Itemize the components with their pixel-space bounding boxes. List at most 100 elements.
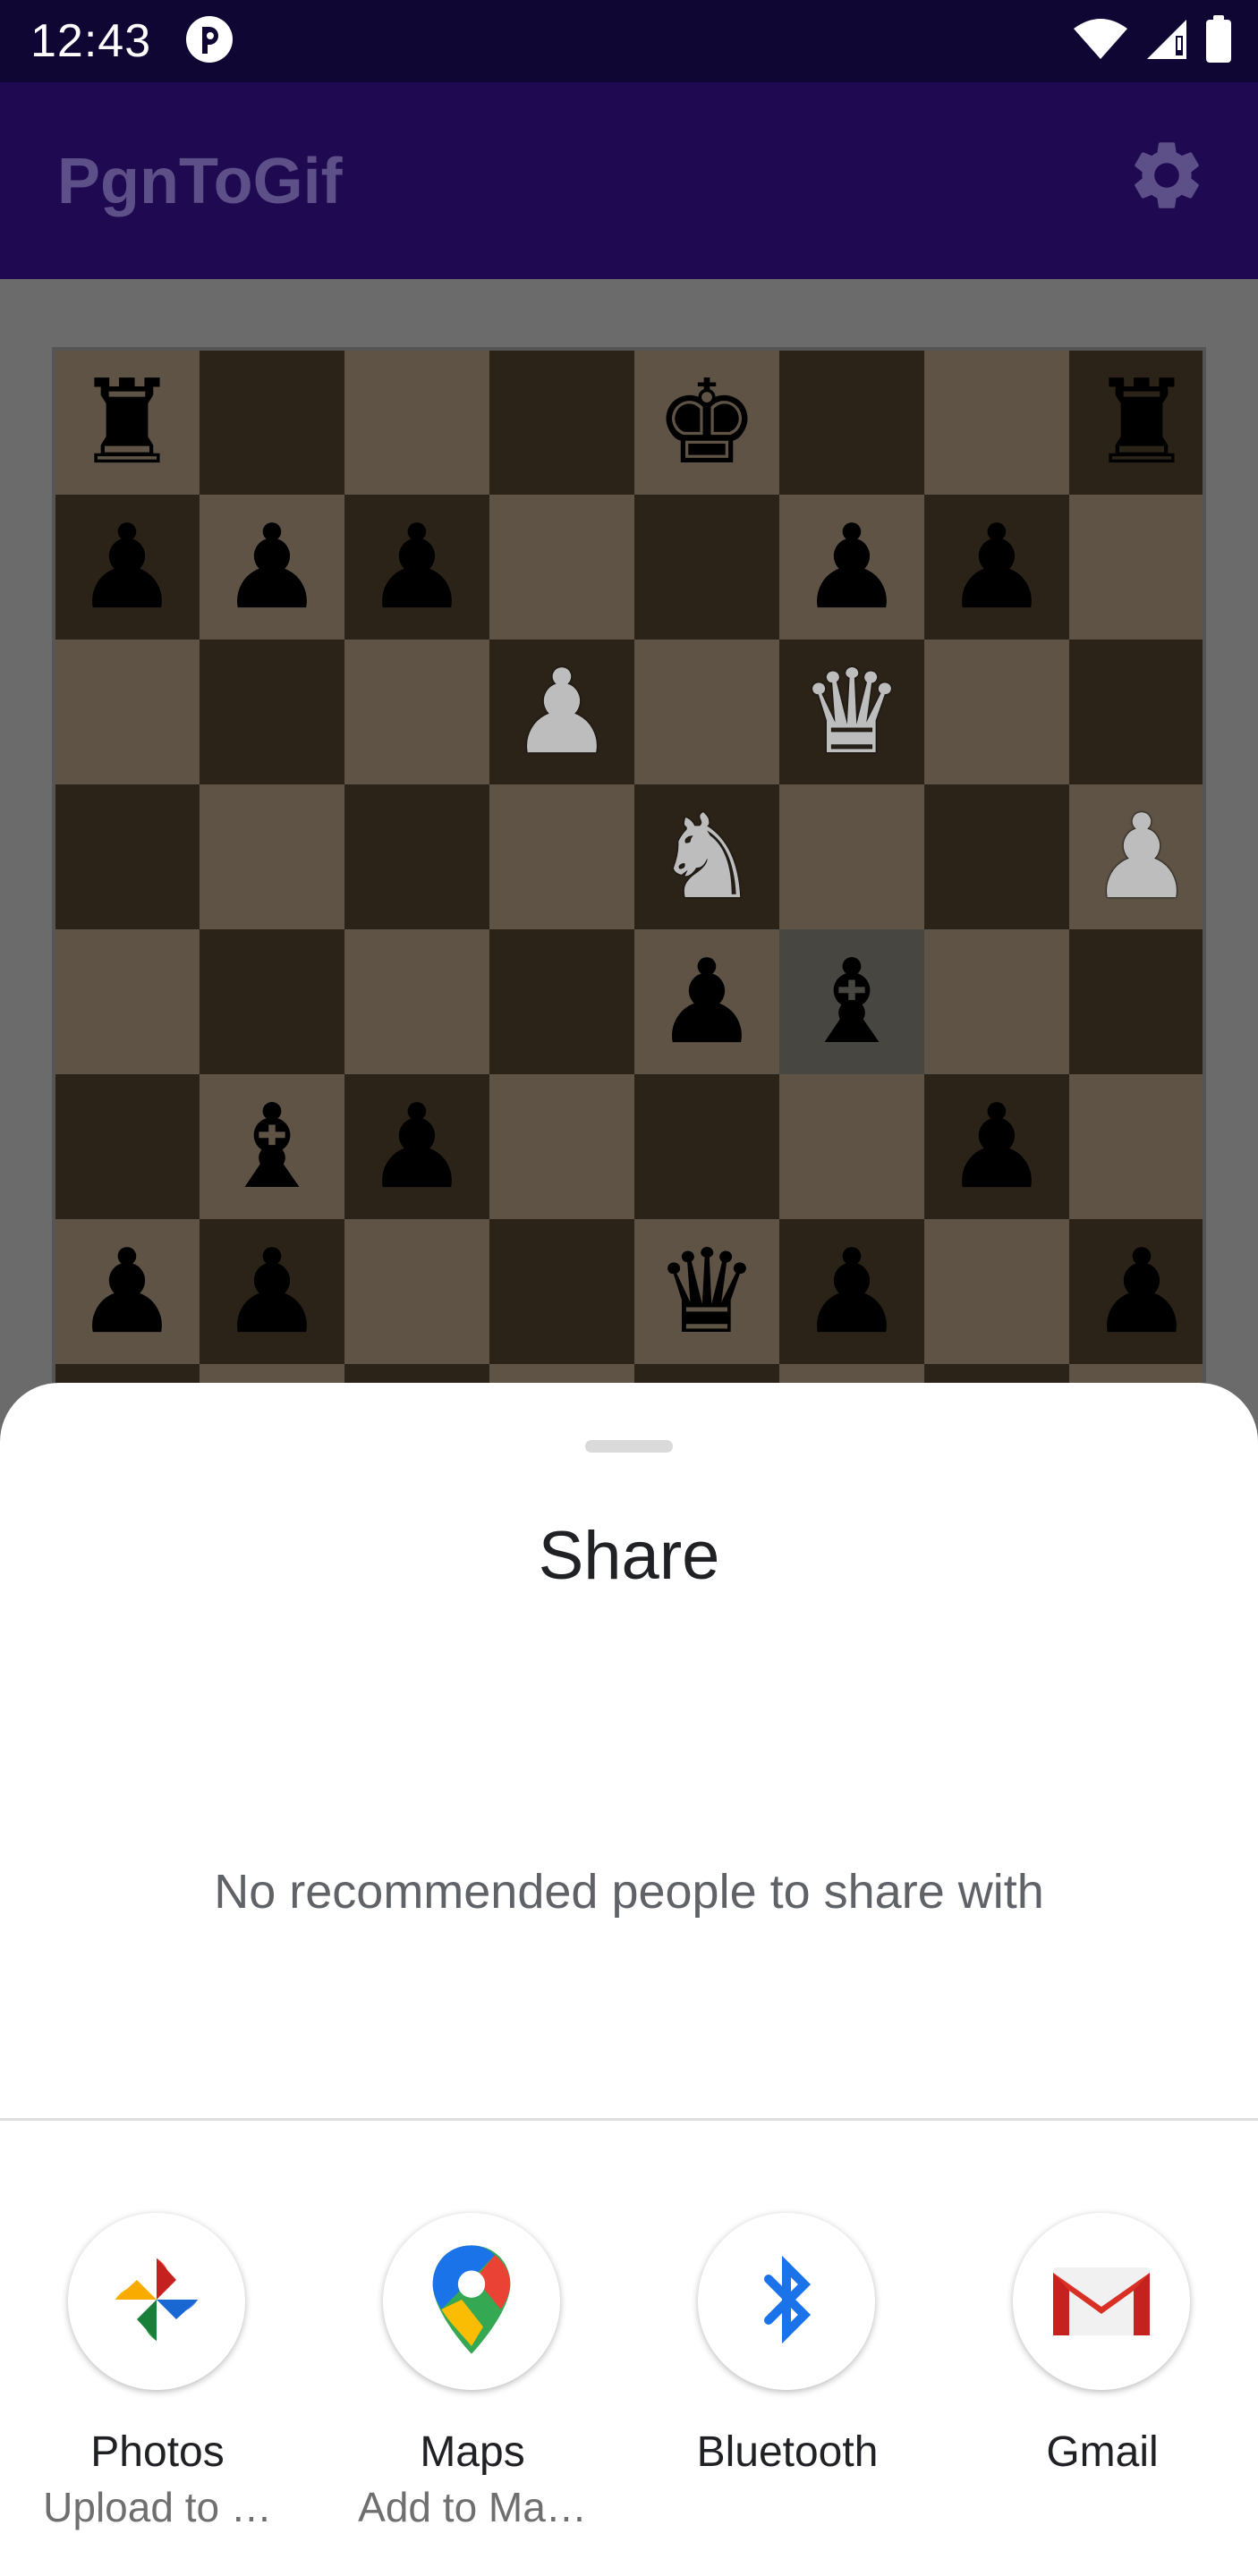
status-time: 12:43 <box>30 15 152 67</box>
battery-icon <box>1204 14 1233 68</box>
bluetooth-icon <box>742 2250 831 2353</box>
share-target-sublabel: Upload to … <box>43 2484 272 2530</box>
app-notification-icon <box>184 14 234 64</box>
board-square-g8 <box>924 351 1069 495</box>
share-target-label: Photos <box>90 2428 225 2476</box>
black-pawn-icon: ♟ <box>799 1224 905 1360</box>
board-square-c7: ♟ <box>344 495 489 640</box>
board-square-d8 <box>489 351 634 495</box>
signal-icon <box>1145 18 1188 65</box>
status-bar: 12:43 <box>0 0 1258 82</box>
board-square-b3: ♝ <box>200 1074 344 1219</box>
board-square-f6: ♛ <box>779 640 924 784</box>
black-pawn-icon: ♟ <box>74 499 180 635</box>
board-square-g7: ♟ <box>924 495 1069 640</box>
board-square-b7: ♟ <box>200 495 344 640</box>
board-square-b5 <box>200 784 344 929</box>
share-target-maps[interactable]: Maps Add to Ma… <box>315 2213 630 2530</box>
white-pawn-icon: ♟ <box>1089 789 1194 925</box>
board-square-c5 <box>344 784 489 929</box>
settings-button[interactable] <box>1124 134 1210 220</box>
board-square-e7 <box>634 495 779 640</box>
google-maps-icon <box>422 2241 521 2362</box>
white-pawn-icon: ♟ <box>509 644 615 780</box>
board-square-g3: ♟ <box>924 1074 1069 1219</box>
share-target-label: Bluetooth <box>696 2428 879 2476</box>
board-square-g4 <box>924 929 1069 1074</box>
share-target-sublabel: Add to Ma… <box>358 2484 587 2530</box>
black-pawn-icon: ♟ <box>654 934 760 1070</box>
board-square-g6 <box>924 640 1069 784</box>
board-square-f7: ♟ <box>779 495 924 640</box>
black-king-icon: ♚ <box>654 354 760 490</box>
share-target-label: Gmail <box>1046 2428 1159 2476</box>
target-icon-circle <box>383 2213 560 2390</box>
black-pawn-icon: ♟ <box>219 1224 325 1360</box>
board-square-e5: ♞ <box>634 784 779 929</box>
white-queen-icon: ♛ <box>799 644 905 780</box>
black-pawn-icon: ♟ <box>219 499 325 635</box>
black-bishop-icon: ♝ <box>799 934 905 1070</box>
board-square-a6 <box>55 640 200 784</box>
settings-gear-icon <box>1126 134 1208 221</box>
app-bar: PgnToGif <box>0 82 1258 279</box>
board-square-d5 <box>489 784 634 929</box>
share-sheet: Share No recommended people to share wit… <box>0 1383 1258 2576</box>
board-square-h8: ♜ <box>1069 351 1203 495</box>
black-bishop-icon: ♝ <box>219 1079 325 1215</box>
board-square-d2 <box>489 1219 634 1364</box>
board-square-c4 <box>344 929 489 1074</box>
target-icon-circle <box>698 2213 875 2390</box>
board-square-g5 <box>924 784 1069 929</box>
board-square-f8 <box>779 351 924 495</box>
board-square-h3 <box>1069 1074 1203 1219</box>
board-square-e6 <box>634 640 779 784</box>
status-icons <box>1072 14 1233 68</box>
board-square-f4: ♝ <box>779 929 924 1074</box>
board-square-e4: ♟ <box>634 929 779 1074</box>
board-square-e3 <box>634 1074 779 1219</box>
board-square-e8: ♚ <box>634 351 779 495</box>
black-pawn-icon: ♟ <box>364 499 470 635</box>
board-square-h7 <box>1069 495 1203 640</box>
drag-handle[interactable] <box>585 1440 673 1453</box>
black-pawn-icon: ♟ <box>74 1224 180 1360</box>
board-square-b6 <box>200 640 344 784</box>
share-title: Share <box>538 1518 720 1594</box>
wifi-icon <box>1072 18 1129 65</box>
board-square-b2: ♟ <box>200 1219 344 1364</box>
app-title: PgnToGif <box>57 146 343 217</box>
board-square-c3: ♟ <box>344 1074 489 1219</box>
gmail-icon <box>1048 2255 1155 2349</box>
board-square-e2: ♛ <box>634 1219 779 1364</box>
board-square-a3 <box>55 1074 200 1219</box>
share-targets: Photos Upload to … Maps Add to Ma… Bluet… <box>0 2213 1258 2530</box>
board-square-b4 <box>200 929 344 1074</box>
chess-board: ♜ ♚ ♜ ♟ ♟ ♟ ♟ ♟ ♟ ♛ ♞ ♟ ♟ ♝ ♝ ♟ ♟ ♟ ♟ ♛ ♟ ♟ <box>52 347 1206 1508</box>
board-square-c2 <box>344 1219 489 1364</box>
board-square-d4 <box>489 929 634 1074</box>
black-pawn-icon: ♟ <box>1089 1224 1194 1360</box>
board-square-h5: ♟ <box>1069 784 1203 929</box>
share-target-bluetooth[interactable]: Bluetooth <box>630 2213 945 2481</box>
board-square-c8 <box>344 351 489 495</box>
black-queen-icon: ♛ <box>654 1224 760 1360</box>
board-square-f2: ♟ <box>779 1219 924 1364</box>
board-square-h4 <box>1069 929 1203 1074</box>
board-square-a2: ♟ <box>55 1219 200 1364</box>
board-square-b8 <box>200 351 344 495</box>
black-rook-icon: ♜ <box>1089 354 1194 490</box>
google-photos-icon <box>107 2250 206 2353</box>
share-target-gmail[interactable]: Gmail <box>945 2213 1258 2481</box>
share-target-label: Maps <box>420 2428 525 2476</box>
black-pawn-icon: ♟ <box>364 1079 470 1215</box>
board-square-h6 <box>1069 640 1203 784</box>
board-square-d6: ♟ <box>489 640 634 784</box>
board-square-f3 <box>779 1074 924 1219</box>
divider <box>0 2118 1258 2121</box>
black-pawn-icon: ♟ <box>799 499 905 635</box>
board-square-a5 <box>55 784 200 929</box>
board-square-d3 <box>489 1074 634 1219</box>
share-target-photos[interactable]: Photos Upload to … <box>0 2213 315 2530</box>
white-knight-icon: ♞ <box>654 789 760 925</box>
